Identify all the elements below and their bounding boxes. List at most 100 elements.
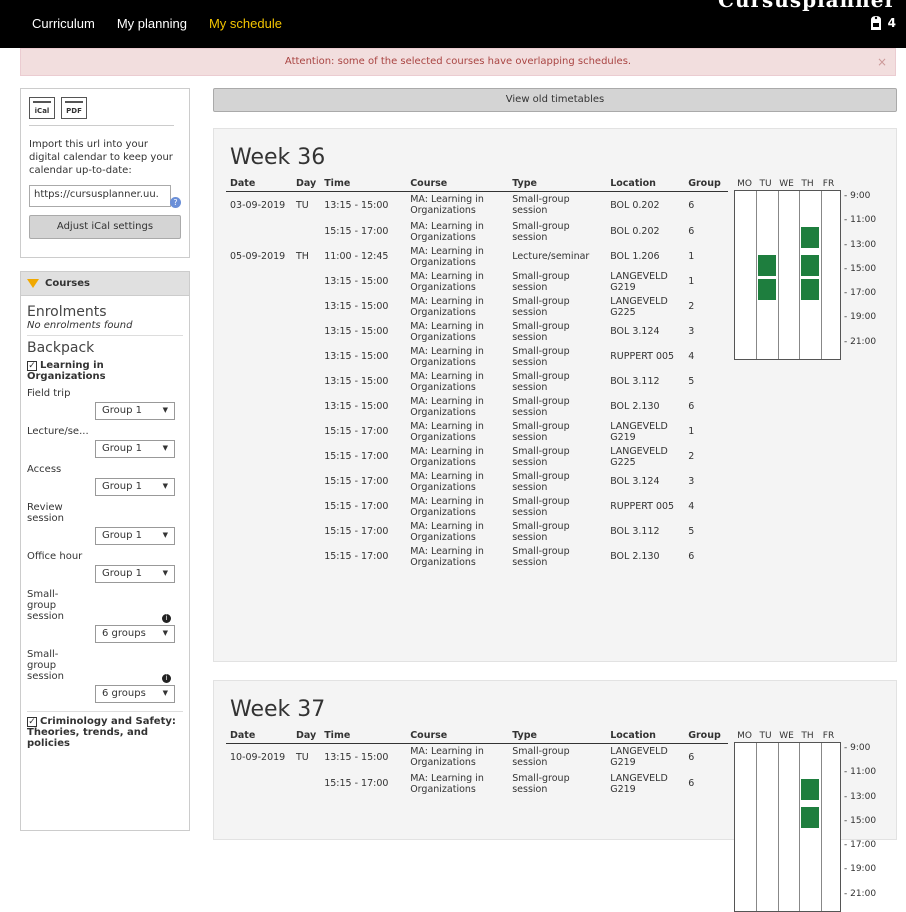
pdf-icon[interactable]: PDF	[61, 97, 87, 119]
alert-close-button[interactable]: ×	[877, 49, 887, 75]
cell-day	[292, 419, 320, 444]
grid-day: TU	[759, 731, 772, 741]
group-select[interactable]: Group 1	[95, 440, 175, 458]
course-title-learning: Learning in Organizations	[27, 360, 106, 382]
grid-day: WE	[779, 179, 794, 189]
cell-group: 3	[688, 476, 695, 487]
cell-course: MA: Learning in Organizations	[410, 395, 484, 418]
cell-location: BOL 3.124	[610, 326, 660, 337]
column-header: Course	[406, 729, 509, 744]
group-select[interactable]: Group 1	[95, 478, 175, 496]
grid-day: FR	[822, 731, 835, 741]
overlap-alert: Attention: some of the selected courses …	[20, 48, 896, 76]
activity-label: Small-group session	[27, 589, 65, 622]
ical-url-field[interactable]: https://cursusplanner.uu.	[29, 185, 171, 207]
group-select[interactable]: Group 1	[95, 402, 175, 420]
cell-course: MA: Learning in Organizations	[410, 746, 484, 769]
nav-my-planning[interactable]: My planning	[117, 16, 187, 31]
nav-curriculum[interactable]: Curriculum	[32, 16, 95, 31]
course-title-criminology: Criminology and Safety: Theories, trends…	[27, 716, 176, 749]
schedule-block[interactable]	[801, 227, 819, 248]
group-select[interactable]: Group 1	[95, 565, 175, 583]
table-row: 15:15 - 17:00 MA: Learning in Organizatio…	[226, 419, 728, 444]
week-overview-grid: MO TU WE TH FR - 9:00 - 11:00 - 13:00 - 15:…	[734, 179, 876, 360]
help-icon[interactable]: ?	[170, 197, 181, 208]
cell-date	[226, 419, 292, 444]
cell-date	[226, 319, 292, 344]
adjust-ical-button[interactable]: Adjust iCal settings	[29, 215, 181, 239]
group-select[interactable]: 6 groups	[95, 685, 175, 703]
schedule-block[interactable]	[801, 255, 819, 276]
cell-time: 15:15 - 17:00	[324, 526, 389, 537]
cell-course: MA: Learning in Organizations	[410, 270, 484, 293]
cell-date: 10-09-2019	[230, 751, 286, 763]
cell-group: 6	[688, 199, 695, 211]
cell-day	[292, 469, 320, 494]
grid-day-labels: MO TU WE TH FR	[734, 179, 841, 189]
activity-label: Lecture/se...	[27, 426, 89, 437]
ical-icon[interactable]: iCal	[29, 97, 55, 119]
pdf-icon-label: PDF	[66, 107, 82, 115]
grid-time-label: - 19:00	[844, 312, 877, 322]
table-row: 05-09-2019 TH 11:00 - 12:45 MA: Learning in…	[226, 244, 728, 269]
activity-label: Access	[27, 464, 62, 475]
column-header: Course	[406, 177, 509, 192]
cell-time: 15:15 - 17:00	[324, 451, 389, 462]
activity-label: Office hour	[27, 551, 83, 562]
cell-group: 6	[688, 551, 695, 562]
activity-label: Field trip	[27, 388, 71, 399]
cell-type: Small-group session	[512, 470, 570, 493]
checkbox-checked-icon[interactable]: ✓	[27, 361, 37, 371]
schedule-block[interactable]	[801, 807, 819, 828]
cell-group: 4	[688, 351, 695, 362]
cell-day	[292, 344, 320, 369]
cell-location: BOL 1.206	[610, 251, 660, 262]
course-toggle-criminology[interactable]: ✓ Criminology and Safety: Theories, trend…	[27, 716, 183, 749]
cell-location: BOL 3.124	[610, 476, 660, 487]
grid-time-label: - 9:00	[844, 743, 871, 753]
nav-my-schedule[interactable]: My schedule	[209, 16, 282, 31]
courses-header[interactable]: Courses	[21, 272, 189, 296]
table-row: 13:15 - 15:00 MA: Learning in Organizatio…	[226, 269, 728, 294]
cell-type: Small-group session	[512, 420, 570, 443]
schedule-block[interactable]	[801, 279, 819, 300]
no-enrolments-text: No enrolments found	[27, 320, 133, 331]
checkbox-checked-icon[interactable]: ✓	[27, 717, 37, 727]
cell-day	[292, 294, 320, 319]
cell-location: RUPPERT 005	[610, 351, 675, 362]
enrolments-heading: Enrolments	[27, 304, 107, 320]
grid-column-line	[756, 191, 757, 359]
cell-date	[226, 344, 292, 369]
cell-type: Small-group session	[512, 545, 570, 568]
cell-type: Small-group session	[512, 520, 570, 543]
cell-group: 1	[688, 426, 695, 437]
view-old-timetables-button[interactable]: View old timetables	[213, 88, 897, 112]
cell-course: MA: Learning in Organizations	[410, 370, 484, 393]
schedule-table: Date Day Time Course Type Location Group…	[226, 177, 729, 569]
schedule-block[interactable]	[801, 779, 819, 800]
grid-time-label: - 17:00	[844, 840, 877, 850]
cell-time: 13:15 - 15:00	[324, 401, 389, 412]
schedule-block[interactable]	[758, 255, 776, 276]
table-header-row: Date Day Time Course Type Location Group	[226, 729, 729, 744]
course-toggle-learning[interactable]: ✓ Learning in Organizations	[27, 360, 183, 382]
schedule-table: Date Day Time Course Type Location Group…	[226, 729, 729, 796]
cell-day	[292, 544, 320, 569]
cell-time: 15:15 - 17:00	[324, 226, 389, 237]
week-rows: 03-09-2019 TU 13:15 - 15:00 MA: Learning in…	[226, 191, 728, 569]
cell-day	[292, 444, 320, 469]
main-nav: Curriculum My planning My schedule	[32, 16, 304, 31]
schedule-block[interactable]	[758, 279, 776, 300]
info-icon[interactable]: i	[162, 674, 171, 683]
cell-day	[292, 319, 320, 344]
cell-course: MA: Learning in Organizations	[410, 295, 484, 318]
backpack-button[interactable]: 4	[867, 14, 896, 32]
info-icon[interactable]: i	[162, 614, 171, 623]
group-select[interactable]: Group 1	[95, 527, 175, 545]
grid-time-label: - 11:00	[844, 215, 877, 225]
grid-time-label: - 15:00	[844, 816, 877, 826]
cell-time: 13:15 - 15:00	[324, 751, 389, 763]
grid-time-label: - 21:00	[844, 337, 877, 347]
group-select[interactable]: 6 groups	[95, 625, 175, 643]
cell-course: MA: Learning in Organizations	[410, 320, 484, 343]
